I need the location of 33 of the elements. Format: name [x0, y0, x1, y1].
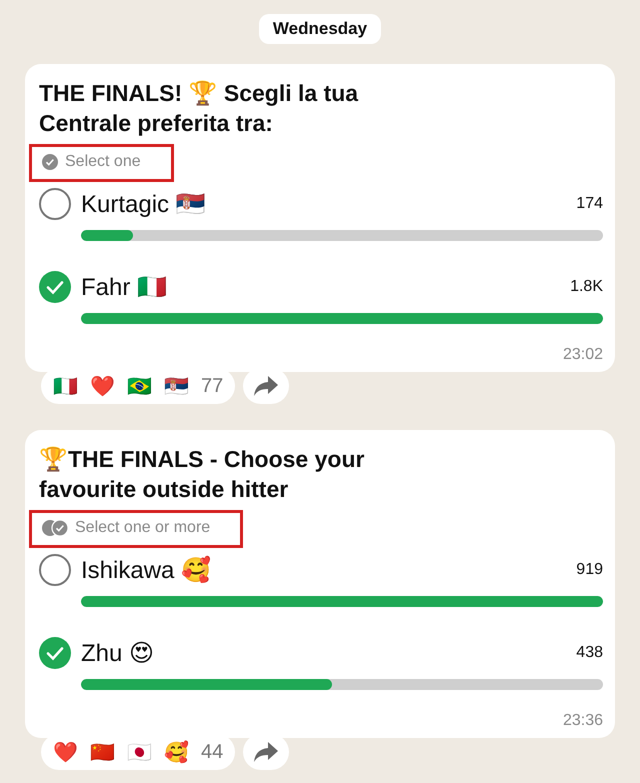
poll-title: THE FINALS! 🏆 Scegli la tua Centrale preferita tra:	[39, 79, 360, 138]
reaction-count: 77	[201, 374, 224, 398]
poll-mode-hint: Select one or more	[75, 519, 210, 537]
date-chip: Wednesday	[258, 14, 382, 44]
vote-count: 438	[576, 644, 603, 662]
option-label: Ishikawa 🥰	[81, 556, 212, 584]
poll-title: 🏆THE FINALS - Choose your favourite outside hitter	[39, 445, 366, 504]
vote-count: 919	[576, 561, 603, 579]
reaction-emoji: ❤	[53, 740, 78, 764]
message-time: 23:02	[562, 346, 603, 364]
radio-circle-icon[interactable]	[39, 188, 71, 220]
check-circle-icon	[42, 154, 58, 170]
message-time: 23:36	[562, 712, 603, 730]
checked-radio-icon[interactable]	[39, 637, 71, 669]
forward-arrow-icon	[254, 742, 278, 762]
vote-count: 1.8K	[570, 278, 603, 296]
option-label: Fahr 🇮🇹	[81, 272, 168, 302]
checked-radio-icon[interactable]	[39, 271, 71, 303]
reaction-emoji: 🇧🇷	[127, 374, 152, 398]
radio-circle-icon[interactable]	[39, 554, 71, 586]
forward-arrow-icon	[254, 376, 278, 396]
vote-count: 174	[576, 195, 603, 213]
reaction-emoji: 🇮🇹	[53, 374, 78, 398]
reaction-emoji: 🥰	[164, 740, 189, 764]
option-label: Zhu 😍	[81, 638, 156, 668]
reaction-count: 44	[201, 740, 224, 764]
poll-mode-hint: Select one	[65, 153, 141, 171]
reaction-emoji: 🇨🇳	[90, 740, 115, 764]
reaction-emoji: 🇷🇸	[164, 374, 189, 398]
reaction-emoji: 🇯🇵	[127, 740, 152, 764]
double-check-icon	[42, 520, 68, 536]
option-label: Kurtagic 🇷🇸	[81, 190, 207, 218]
reaction-emoji: ❤	[90, 374, 115, 398]
